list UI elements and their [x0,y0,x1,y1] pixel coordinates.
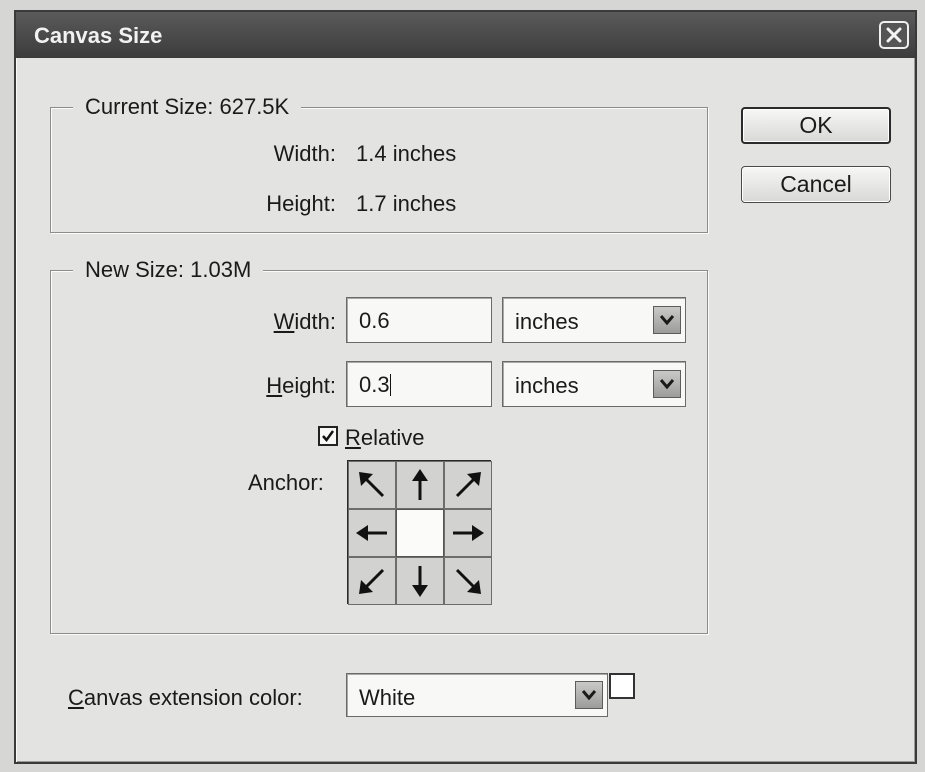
anchor-cell-bottom-left[interactable] [348,557,396,605]
anchor-cell-top-right[interactable] [444,461,492,509]
arrow-n-icon [412,469,428,500]
extension-color-value: White [359,685,416,710]
height-unit-value: inches [515,373,579,398]
anchor-cell-right[interactable] [444,509,492,557]
new-height-label: Height: [200,373,336,399]
close-button[interactable] [879,21,909,49]
new-width-label-rest: idth: [294,309,336,334]
extension-color-select[interactable]: White [346,673,608,717]
height-unit-select[interactable]: inches [502,361,686,407]
width-input-value: 0.6 [359,308,390,333]
checkmark-icon [322,430,335,443]
new-width-label: Width: [200,309,336,335]
relative-checkbox[interactable] [318,426,338,446]
anchor-cell-left[interactable] [348,509,396,557]
cancel-button[interactable]: Cancel [741,166,891,203]
extension-color-label-rest: anvas extension color: [83,685,303,710]
anchor-grid [347,460,492,605]
relative-label-rest: elative [360,425,425,450]
width-unit-dropdown-button[interactable] [653,306,681,334]
arrow-ne-icon [455,472,481,498]
anchor-cell-top-left[interactable] [348,461,396,509]
chevron-down-icon [660,315,674,325]
dialog-title: Canvas Size [34,23,163,48]
width-unit-value: inches [515,309,579,334]
extension-color-swatch[interactable] [609,673,635,699]
extension-color-label-mnemonic: C [68,685,84,710]
close-icon [886,27,902,43]
arrow-w-icon [356,525,387,541]
height-input-value: 0.3 [359,372,390,397]
anchor-cell-top[interactable] [396,461,444,509]
anchor-cell-center[interactable] [396,509,444,557]
width-input[interactable]: 0.6 [346,297,492,343]
ok-button[interactable]: OK [741,107,891,144]
current-width-value: 1.4 inches [356,141,457,166]
text-caret [389,374,391,396]
cancel-button-label: Cancel [780,171,852,197]
relative-label[interactable]: Relative [345,425,424,451]
chevron-down-icon [582,690,596,700]
relative-label-mnemonic: R [345,425,361,450]
arrow-s-icon [412,566,428,597]
current-height-label: Height: [266,191,336,216]
arrow-se-icon [455,568,481,594]
current-width-label: Width: [273,141,336,166]
width-unit-select[interactable]: inches [502,297,686,343]
anchor-cell-bottom-right[interactable] [444,557,492,605]
new-size-legend: New Size: 1.03M [73,257,264,283]
arrow-sw-icon [359,568,385,594]
new-width-label-mnemonic: W [273,309,295,334]
extension-color-dropdown-button[interactable] [575,681,603,709]
new-height-label-rest: eight: [282,373,336,398]
new-height-label-mnemonic: H [266,373,283,398]
height-unit-dropdown-button[interactable] [653,370,681,398]
height-input[interactable]: 0.3 [346,361,492,407]
ok-button-label: OK [799,112,833,138]
arrow-e-icon [453,525,484,541]
title-bar[interactable]: Canvas Size [16,12,915,58]
arrow-nw-icon [359,472,385,498]
current-size-legend: Current Size: 627.5K [73,94,302,120]
anchor-label: Anchor: [248,470,324,495]
anchor-cell-bottom[interactable] [396,557,444,605]
chevron-down-icon [660,379,674,389]
current-height-value: 1.7 inches [356,191,457,216]
extension-color-label: Canvas extension color: [68,685,303,711]
